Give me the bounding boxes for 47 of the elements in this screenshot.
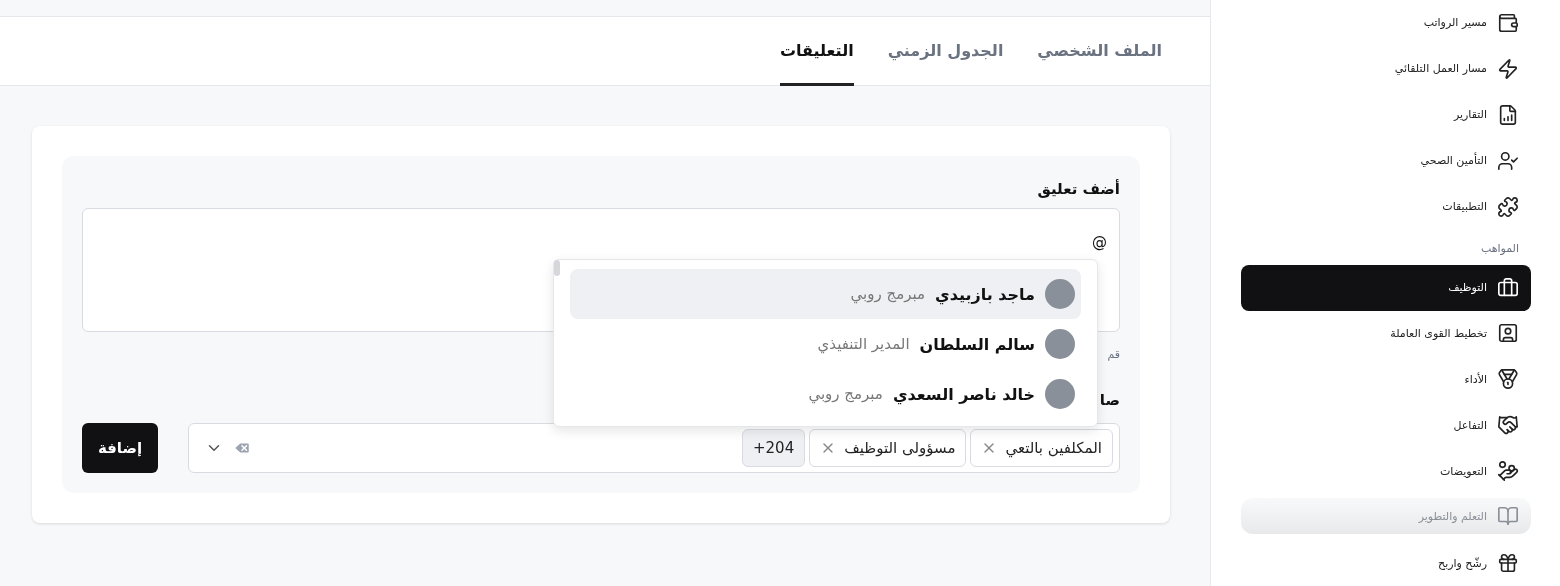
- hint-text: قم: [1107, 348, 1120, 361]
- tab[interactable]: الملف الشخصي: [1037, 17, 1162, 86]
- sidebar-item[interactable]: مسير الرواتب: [1241, 0, 1531, 46]
- person-name: خالد ناصر السعدي: [892, 384, 1035, 404]
- person-name: ماجد بازبيدي: [935, 284, 1035, 304]
- contact-card-icon: [1497, 322, 1519, 345]
- form-title: أضف تعليق: [1036, 180, 1120, 198]
- tab[interactable]: الجدول الزمني: [887, 17, 1004, 86]
- sidebar-item[interactable]: التقارير: [1241, 91, 1531, 138]
- avatar: [1045, 379, 1075, 409]
- recipient-chip[interactable]: المكلفين بالتعي: [970, 429, 1113, 467]
- add-button[interactable]: إضافة: [82, 423, 158, 473]
- recipient-chip[interactable]: مسؤولى التوظيف: [809, 429, 967, 467]
- person-role: المدير التنفيذي: [817, 335, 910, 353]
- puzzle-icon: [1497, 195, 1519, 218]
- person-name: سالم السلطان: [919, 334, 1035, 354]
- wallet-icon: [1497, 11, 1519, 34]
- tab[interactable]: التعليقات: [779, 17, 854, 86]
- sidebar-item[interactable]: تخطيط القوى العاملة: [1241, 310, 1531, 357]
- sidebar-item[interactable]: التوظيف: [1241, 264, 1531, 311]
- sidebar-item-label: التعلم والتطوير: [1418, 509, 1487, 523]
- hand-coins-icon: [1497, 460, 1519, 483]
- book-icon: [1497, 505, 1519, 528]
- medal-icon: [1497, 368, 1519, 391]
- sidebar-item[interactable]: التفاعل: [1241, 402, 1531, 449]
- more-count-chip[interactable]: +204: [742, 429, 806, 467]
- mention-option[interactable]: ماجد بازبيدي مبرمج روبي: [570, 269, 1081, 319]
- sidebar-item[interactable]: الأداء: [1241, 356, 1531, 403]
- scrollbar-thumb[interactable]: [554, 260, 560, 276]
- briefcase-icon: [1497, 276, 1519, 299]
- sidebar-item[interactable]: التعويضات: [1241, 448, 1531, 495]
- avatar: [1045, 329, 1075, 359]
- gift-icon: [1497, 552, 1519, 575]
- lightning-icon: [1497, 57, 1519, 80]
- sidebar-section-label: المواهب: [1479, 240, 1520, 257]
- report-icon: [1497, 103, 1519, 126]
- sidebar-item[interactable]: رشّح واربح: [1241, 540, 1531, 586]
- person-role: مبرمج روبي: [808, 385, 883, 403]
- avatar: [1045, 279, 1075, 309]
- field-label: صا: [1099, 391, 1120, 409]
- person-role: مبرمج روبي: [850, 285, 926, 303]
- sidebar-item[interactable]: مسار العمل التلقائي: [1241, 45, 1531, 92]
- handshake-icon: [1497, 414, 1519, 437]
- user-check-icon: [1497, 149, 1519, 172]
- mention-option[interactable]: خالد ناصر السعدي مبرمج روبي: [570, 369, 1081, 419]
- sidebar-item[interactable]: التأمين الصحي: [1241, 137, 1531, 184]
- sidebar-item[interactable]: التطبيقات: [1241, 183, 1531, 230]
